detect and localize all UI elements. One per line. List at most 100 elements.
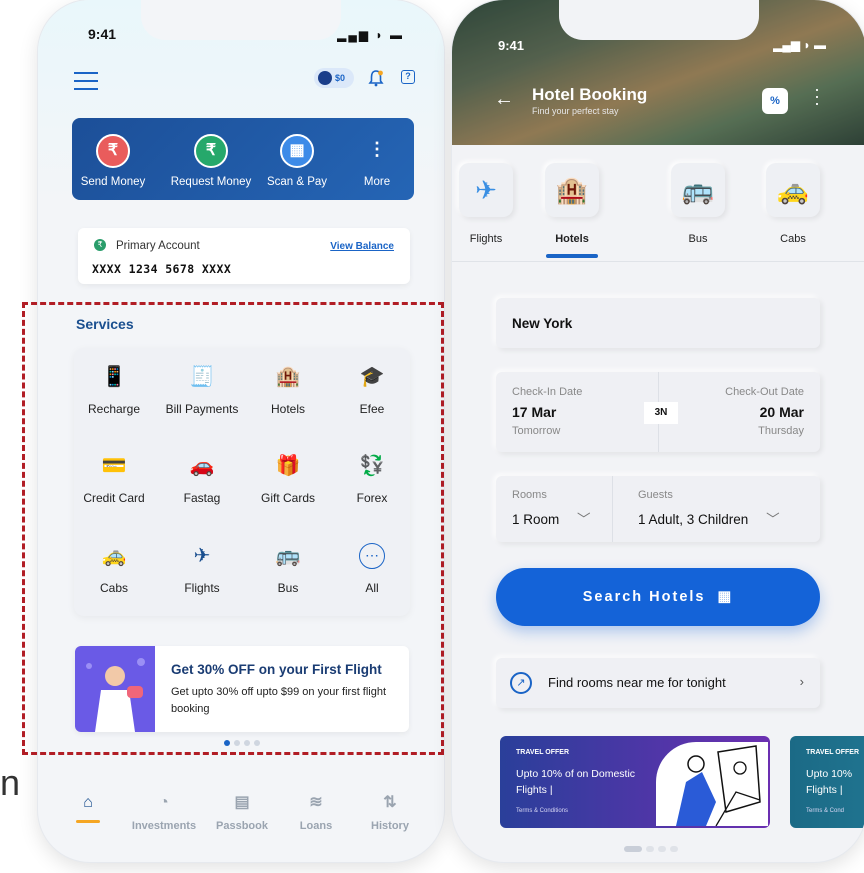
more-button[interactable]: ⋮ More (332, 134, 414, 188)
checkin-label: Check-In Date (512, 386, 583, 398)
quick-actions-card: ₹ Send Money ₹ Request Money ▦ Scan & Pa… (72, 118, 414, 200)
active-indicator (76, 820, 100, 823)
request-money-button[interactable]: ₹ Request Money (166, 134, 256, 188)
carousel-dot[interactable] (670, 846, 678, 852)
qr-icon: ▦ (280, 134, 314, 168)
history-icon: ⇅ (383, 794, 397, 811)
offers-icon[interactable]: % (762, 88, 788, 114)
wallet-icon (318, 71, 332, 85)
scan-pay-button[interactable]: ▦ Scan & Pay (252, 134, 342, 188)
category-tabs: ✈ Flights 🏨 Hotels 🚌 Bus 🚕 Cabs (452, 145, 864, 262)
kebab-menu-icon[interactable]: · · · (814, 80, 820, 112)
tab-hotels[interactable]: 🏨 Hotels (537, 163, 607, 258)
bus-icon: 🚌 (671, 163, 725, 217)
offer-text: Upto 10% Flights | (806, 768, 853, 796)
active-tab-indicator (546, 254, 598, 258)
nav-history[interactable]: ⇅ History (350, 794, 430, 832)
status-icons: ▂▄▆ ◗ ▬ (337, 28, 404, 42)
nav-loans[interactable]: ≋ Loans (276, 794, 356, 832)
carousel-dots (624, 846, 678, 852)
travel-offer-card[interactable]: TRAVEL OFFER Upto 10% Flights | Terms & … (790, 736, 864, 828)
page-title: Hotel Booking (532, 85, 648, 104)
status-time: 9:41 (498, 38, 525, 53)
carousel-dot[interactable] (658, 846, 666, 852)
nav-passbook[interactable]: ▤ Passbook (202, 794, 282, 832)
building-icon: ▦ (717, 589, 734, 605)
account-icon: ₹ (94, 239, 106, 251)
nearby-rooms-row[interactable]: ↗ Find rooms near me for tonight › (496, 658, 820, 708)
city-input[interactable]: New York (496, 298, 820, 348)
loans-icon: ≋ (309, 794, 323, 811)
carousel-dot[interactable] (646, 846, 654, 852)
send-money-button[interactable]: ₹ Send Money (72, 134, 158, 188)
rooms-label: Rooms (512, 489, 547, 501)
home-icon: ⌂ (83, 794, 93, 811)
offer-tag: TRAVEL OFFER (806, 749, 860, 756)
offer-terms: Terms & Conditions (516, 808, 569, 814)
search-button-label: Search Hotels (582, 589, 706, 605)
pie-chart-icon: ◔ (159, 794, 169, 811)
rooms-guests-selector: Rooms 1 Room ﹀ Guests 1 Adult, 3 Childre… (496, 476, 820, 542)
back-arrow-icon[interactable]: ← (494, 88, 514, 111)
offer-terms: Terms & Cond (806, 808, 845, 814)
account-label: Primary Account (116, 240, 200, 252)
notch (559, 0, 759, 40)
nav-home[interactable]: ⌂ (48, 794, 128, 823)
airplane-icon: ✈ (459, 163, 513, 217)
status-time: 9:41 (88, 26, 117, 42)
page-subtitle: Find your perfect stay (532, 106, 619, 116)
account-number: XXXX 1234 5678 XXXX (92, 262, 232, 276)
services-highlight-box (22, 302, 444, 755)
right-phone-screen: 9:41 ▂▄▆ ◗ ▬ ← Hotel Booking Find your p… (452, 0, 864, 862)
checkin-date: 17 Mar (512, 404, 557, 420)
view-balance-link[interactable]: View Balance (330, 241, 394, 252)
tab-flights[interactable]: ✈ Flights (452, 163, 521, 245)
status-icons: ▂▄▆ ◗ ▬ (773, 38, 826, 52)
passbook-icon: ▤ (234, 794, 250, 811)
nights-badge: 3N (644, 402, 678, 424)
nav-label: Investments (131, 820, 197, 832)
chevron-right-icon: › (799, 674, 804, 689)
primary-account-card: ₹ Primary Account View Balance XXXX 1234… (78, 228, 410, 284)
help-icon[interactable]: ? (401, 70, 415, 84)
nav-label: Passbook (216, 820, 268, 832)
carousel-dot-active[interactable] (624, 846, 642, 852)
tab-cabs[interactable]: 🚕 Cabs (758, 163, 828, 245)
offer-text: Upto 10% of on Domestic Flights | (516, 768, 636, 796)
partial-text: n (0, 762, 21, 803)
menu-icon[interactable] (74, 72, 98, 96)
wallet-balance: $0 (335, 73, 346, 83)
rupee-request-icon: ₹ (194, 134, 228, 168)
chevron-down-icon: ﹀ (577, 512, 591, 527)
nav-investments[interactable]: ◔ Investments (124, 794, 204, 832)
guests-label: Guests (638, 489, 673, 501)
nearby-text: Find rooms near me for tonight (548, 675, 726, 690)
travel-offer-card[interactable]: TRAVEL OFFER Upto 10% of on Domestic Fli… (500, 736, 770, 828)
more-dots-icon: ⋮ (368, 139, 386, 159)
tab-label: Cabs (780, 233, 806, 245)
bottom-navigation: ⌂ ◔ Investments ▤ Passbook ≋ Loans ⇅ His… (38, 782, 444, 852)
quick-action-label: Scan & Pay (266, 176, 328, 188)
nav-label: History (371, 820, 409, 832)
checkout-day: Thursday (758, 425, 804, 437)
quick-action-label: Request Money (170, 176, 252, 188)
search-hotels-button[interactable]: Search Hotels ▦ (496, 568, 820, 626)
offer-illustration (656, 742, 768, 827)
notch (141, 0, 341, 40)
tab-bus[interactable]: 🚌 Bus (663, 163, 733, 245)
guests-value: 1 Adult, 3 Children (638, 512, 749, 527)
rooms-value: 1 Room (512, 512, 560, 527)
quick-action-label: Send Money (80, 176, 146, 188)
compass-icon: ↗ (510, 672, 532, 694)
date-selector[interactable]: Check-In Date 17 Mar Tomorrow 3N Check-O… (496, 372, 820, 452)
guests-dropdown[interactable]: 1 Adult, 3 Children ﹀ (638, 508, 780, 528)
chevron-down-icon: ﹀ (766, 512, 780, 527)
taxi-icon: 🚕 (766, 163, 820, 217)
tab-label: Hotels (555, 233, 589, 245)
checkout-label: Check-Out Date (725, 386, 804, 398)
quick-action-label: More (363, 176, 391, 188)
wallet-balance-pill[interactable]: $0 (314, 68, 354, 88)
bell-icon[interactable] (368, 69, 384, 87)
rooms-dropdown[interactable]: 1 Room ﹀ (512, 508, 591, 528)
offer-tag: TRAVEL OFFER (516, 749, 570, 756)
